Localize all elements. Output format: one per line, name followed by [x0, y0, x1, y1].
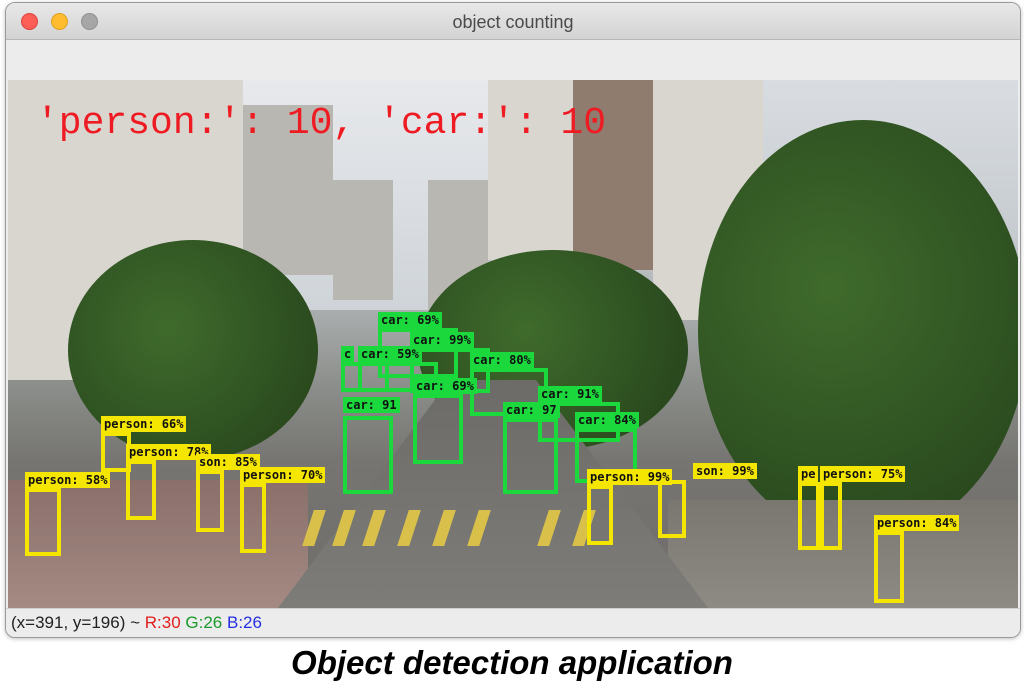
title-bar: object counting: [6, 3, 1020, 40]
object-count-overlay: 'person:': 10, 'car:': 10: [36, 102, 607, 145]
window-title: object counting: [452, 12, 574, 32]
person-detection-box: [874, 531, 904, 603]
person-detection-box: [820, 482, 842, 550]
figure-caption: Object detection application: [291, 644, 733, 681]
person-detection-box: [587, 485, 613, 545]
person-detection-box: [196, 470, 224, 532]
detection-label: car: 91: [343, 397, 400, 413]
detection-label: person: 84%: [874, 515, 960, 531]
pixel-blue-value: B:26: [227, 613, 262, 632]
cursor-coordinates: (x=391, y=196) ~: [11, 613, 141, 632]
detection-label: car: 97: [503, 402, 560, 418]
pixel-green-value: G:26: [185, 613, 223, 632]
detection-label: c: [341, 346, 355, 362]
detection-label: son: 99%: [693, 463, 757, 479]
status-bar: (x=391, y=196) ~ R:30 G:26 B:26: [6, 608, 1020, 637]
detection-label: person: 58%: [25, 472, 111, 488]
person-detection-box: [798, 482, 820, 550]
detection-label: pe: [798, 466, 819, 482]
pixel-red-value: R:30: [144, 613, 181, 632]
car-detection-box: [343, 416, 393, 494]
car-detection-box: [413, 394, 463, 464]
detection-label: person: 70%: [240, 467, 326, 483]
person-detection-box: [25, 488, 61, 556]
detection-label: car: 91%: [538, 386, 602, 402]
toolbar-area: [6, 40, 1020, 80]
detection-label: car: 80%: [470, 352, 534, 368]
detection-label: car: 84%: [575, 412, 639, 428]
video-frame[interactable]: 'person:': 10, 'car:': 10 car: 69% car: …: [8, 80, 1018, 608]
detection-label: person: 75%: [820, 466, 906, 482]
person-detection-box: [240, 483, 266, 553]
person-detection-box: [126, 460, 156, 520]
person-detection-box: [658, 480, 686, 538]
building: [333, 180, 393, 300]
sidewalk-right: [668, 500, 1018, 608]
app-window: object counting 'person:': 10, 'car:': 1…: [5, 2, 1021, 638]
detection-label: car: 69%: [413, 378, 477, 394]
detection-label: person: 99%: [587, 469, 673, 485]
car-detection-box: [503, 418, 558, 494]
detection-label: car: 69%: [378, 312, 442, 328]
detection-label: person: 66%: [101, 416, 187, 432]
detection-label: car: 59%: [358, 346, 422, 362]
